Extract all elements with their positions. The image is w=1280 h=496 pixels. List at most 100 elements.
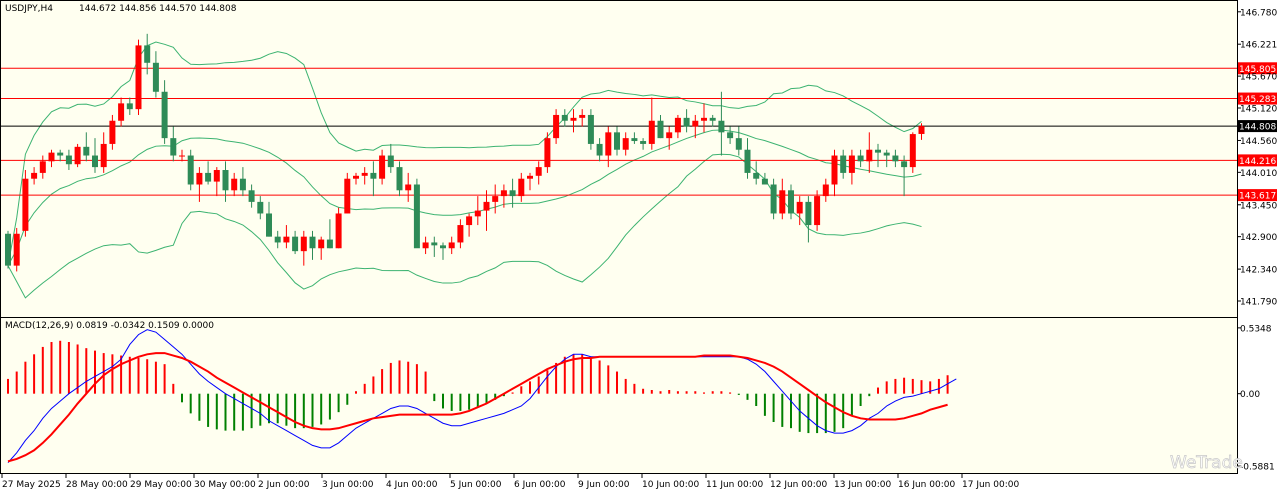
candle-body xyxy=(457,225,464,243)
candle-body xyxy=(796,201,803,214)
candle-body xyxy=(857,155,864,162)
time-axis: 27 May 2025 28 May 00:00 29 May 00:00 30 Ma… xyxy=(1,474,1019,490)
candle-body xyxy=(422,242,429,249)
price-tick-label: 142.900 xyxy=(1240,233,1277,243)
candle-body xyxy=(274,236,281,243)
candle-body xyxy=(379,155,386,179)
candle-body xyxy=(431,242,438,246)
candle-body xyxy=(500,190,507,197)
candle-body xyxy=(883,152,890,156)
price-tick-label: 145.670 xyxy=(1240,73,1277,83)
candle-body xyxy=(805,201,812,226)
candle-body xyxy=(718,120,725,133)
candle-body xyxy=(213,170,220,182)
price-tick-label: 144.010 xyxy=(1240,169,1277,179)
symbol-header: USDJPY,H4 xyxy=(5,4,53,14)
trading-chart[interactable]: 145.805 145.283 144.808 144.216 143.617 146.… xyxy=(0,0,1280,492)
time-tick-label: 9 Jun 00:00 xyxy=(578,480,630,490)
candle-body xyxy=(179,155,185,157)
candle-body xyxy=(292,236,299,252)
candle-body xyxy=(701,117,707,121)
time-tick-label: 11 Jun 00:00 xyxy=(706,480,763,490)
price-tick-label: 145.120 xyxy=(1240,105,1277,115)
candle-body xyxy=(640,141,647,144)
candle-body xyxy=(65,155,72,165)
candle-body xyxy=(605,132,612,156)
candle-body xyxy=(692,120,699,127)
candle-body xyxy=(535,167,542,176)
candle-body xyxy=(161,91,168,139)
time-tick-label: 27 May 2025 xyxy=(2,480,61,490)
level-price-label: 143.617 xyxy=(1239,192,1276,202)
candle-body xyxy=(483,201,490,211)
candle-body xyxy=(840,155,847,173)
ohlc-header: 144.672 144.856 144.570 144.808 xyxy=(79,4,237,14)
candle-body xyxy=(657,120,664,139)
candle-body xyxy=(674,117,681,133)
candle-body xyxy=(109,120,116,144)
price-tick-label: 141.790 xyxy=(1240,297,1277,307)
candle-body xyxy=(309,236,316,249)
candle-body xyxy=(126,103,133,110)
candle-body xyxy=(344,178,351,214)
candle-body xyxy=(770,184,777,214)
candle-body xyxy=(387,155,394,168)
candle-body xyxy=(622,138,629,150)
candle-body xyxy=(727,132,734,139)
candle-body xyxy=(822,184,829,197)
candle-body xyxy=(83,146,90,156)
candle-body xyxy=(396,167,403,191)
candle-body xyxy=(361,172,368,176)
candle-body xyxy=(326,239,333,249)
candle-body xyxy=(709,117,716,121)
candle-body xyxy=(239,178,246,191)
candle-body xyxy=(118,103,125,121)
candle-body xyxy=(353,175,359,179)
candle-body xyxy=(587,114,594,144)
candle-body xyxy=(779,190,786,214)
time-tick-label: 4 Jun 00:00 xyxy=(386,480,438,490)
macd-tick-label: -0.5881 xyxy=(1240,463,1275,473)
candle-body xyxy=(39,161,46,173)
candle-body xyxy=(300,236,307,252)
level-price-label: 144.808 xyxy=(1239,123,1276,133)
time-tick-label: 13 Jun 00:00 xyxy=(834,480,891,490)
price-tick-label: 144.560 xyxy=(1240,137,1277,147)
price-tick-label: 146.780 xyxy=(1240,8,1277,18)
candle-body xyxy=(527,175,533,179)
candle-body xyxy=(405,184,412,191)
chart-canvas[interactable]: 145.805145.283144.808144.216143.617 146.… xyxy=(0,0,1280,492)
candle-body xyxy=(152,62,159,92)
candle-body xyxy=(144,45,151,63)
candle-body xyxy=(196,172,203,185)
candle-body xyxy=(283,236,290,243)
price-tick-label: 143.450 xyxy=(1240,201,1277,211)
price-panel-bg xyxy=(0,0,1237,317)
candle-body xyxy=(335,213,342,249)
candle-body xyxy=(614,132,620,150)
candle-body xyxy=(814,196,821,226)
candle-body xyxy=(170,138,177,156)
candle-body xyxy=(22,178,29,231)
candle-body xyxy=(579,114,586,118)
time-tick-label: 16 Jun 00:00 xyxy=(898,480,955,490)
time-tick-label: 3 Jun 00:00 xyxy=(322,480,374,490)
candle-body xyxy=(5,233,11,266)
candle-body xyxy=(492,196,499,202)
candle-body xyxy=(205,172,212,182)
candle-body xyxy=(509,190,516,197)
candle-body xyxy=(466,216,473,226)
macd-panel-bg xyxy=(0,318,1237,474)
price-tick-label: 142.340 xyxy=(1240,266,1277,276)
candle-body xyxy=(666,132,673,139)
candle-body xyxy=(135,45,142,110)
candle-body xyxy=(570,117,577,121)
candle-body xyxy=(788,190,794,214)
level-price-label: 144.216 xyxy=(1239,157,1276,167)
time-tick-label: 5 Jun 00:00 xyxy=(450,480,502,490)
candle-body xyxy=(648,120,655,144)
candle-body xyxy=(761,178,768,185)
candle-body xyxy=(892,155,899,162)
candle-body xyxy=(909,134,916,168)
candle-body xyxy=(318,239,325,249)
